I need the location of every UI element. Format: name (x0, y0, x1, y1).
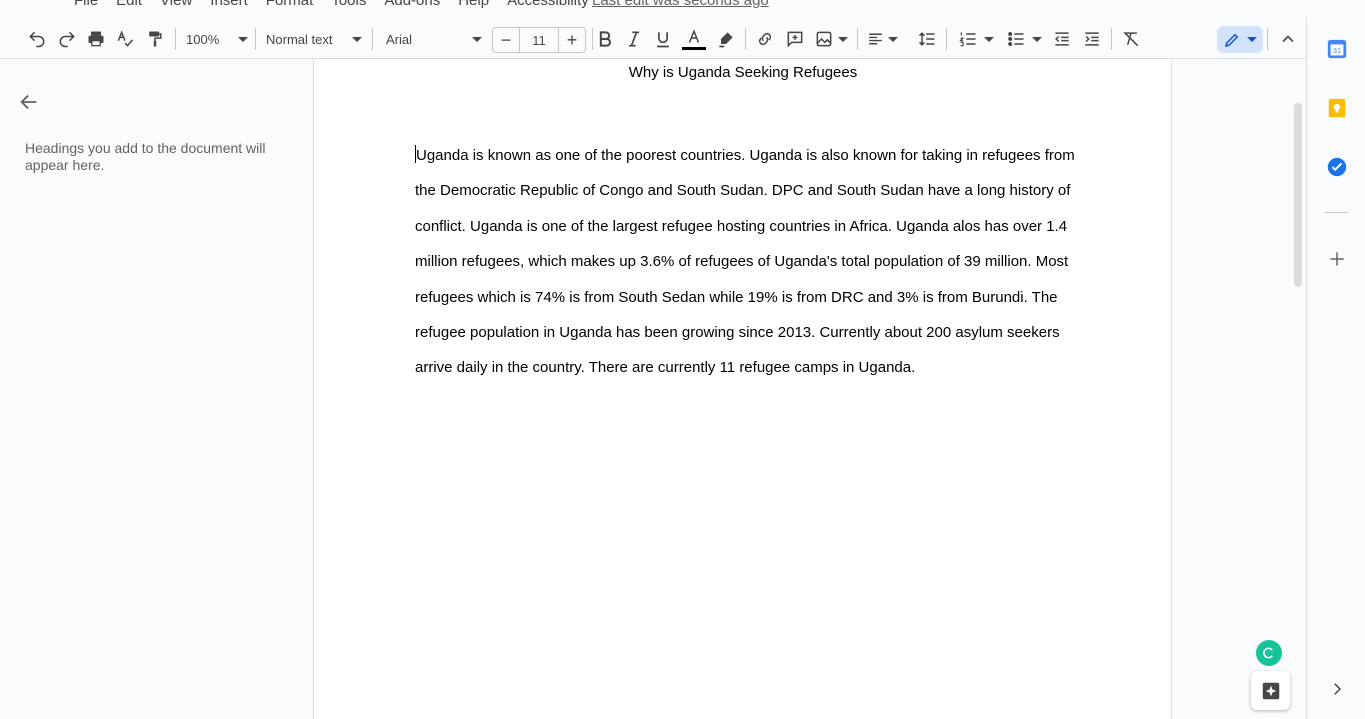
toolbar-divider (592, 28, 593, 50)
italic-icon[interactable] (623, 26, 645, 52)
expand-panel-icon[interactable] (1325, 677, 1349, 701)
menu-edit[interactable]: Edit (116, 0, 142, 9)
grammarly-icon[interactable] (1256, 640, 1282, 666)
toolbar-divider (1267, 28, 1268, 50)
menu-tools[interactable]: Tools (331, 0, 366, 9)
insert-link-icon[interactable] (754, 26, 776, 52)
outline-empty-hint: Headings you add to the document will ap… (25, 140, 266, 173)
toolbar-divider (372, 28, 373, 50)
explore-button[interactable] (1251, 671, 1290, 710)
menu-view[interactable]: View (160, 0, 192, 9)
menu-items: File Edit View Insert Format Tools Add-o… (74, 0, 607, 9)
chevron-down-icon (888, 36, 898, 42)
chevron-down-icon (352, 36, 362, 42)
clear-formatting-icon[interactable] (1120, 26, 1142, 52)
spellcheck-icon[interactable] (114, 26, 136, 52)
paragraph-style-dropdown[interactable]: Normal text (266, 26, 362, 52)
text-color-bar (682, 46, 706, 50)
paragraph-style-value: Normal text (266, 31, 333, 47)
menu-file[interactable]: File (74, 0, 98, 9)
add-addon-icon[interactable] (1325, 247, 1349, 271)
increase-indent-icon[interactable] (1081, 26, 1103, 52)
toolbar-divider (857, 28, 858, 50)
chevron-down-icon (238, 36, 248, 42)
zoom-dropdown[interactable]: 100% (186, 26, 248, 52)
text-color-icon[interactable] (681, 26, 707, 52)
collapse-toolbar-icon[interactable] (1277, 26, 1299, 52)
side-panel: 31 (1306, 18, 1365, 719)
undo-icon[interactable] (26, 26, 48, 52)
menu-insert[interactable]: Insert (210, 0, 248, 9)
underline-icon[interactable] (652, 26, 674, 52)
toolbar-divider (255, 28, 256, 50)
document-page[interactable]: Why is Uganda Seeking Refugees Uganda is… (313, 60, 1172, 719)
scrollbar-thumb[interactable] (1294, 103, 1302, 287)
print-icon[interactable] (85, 26, 107, 52)
explore-icon (1262, 682, 1279, 699)
redo-icon[interactable] (56, 26, 78, 52)
toolbar-divider (1111, 28, 1112, 50)
keep-icon[interactable] (1325, 96, 1349, 120)
chevron-down-icon (838, 36, 848, 42)
chevron-down-icon (472, 36, 482, 42)
font-value: Arial (386, 31, 413, 47)
calendar-icon[interactable]: 31 (1325, 37, 1349, 61)
font-size-control: − 11 + (492, 27, 586, 53)
editing-mode-button[interactable] (1217, 26, 1263, 53)
toolbar-divider (745, 28, 746, 50)
menu-format[interactable]: Format (266, 0, 314, 9)
chevron-down-icon (1032, 36, 1042, 42)
pencil-icon (1224, 33, 1239, 47)
highlight-color-icon[interactable] (715, 26, 737, 52)
document-body[interactable]: Uganda is known as one of the poorest co… (415, 138, 1085, 386)
document-body-text: Uganda is known as one of the poorest co… (415, 147, 1075, 377)
side-panel-divider (1325, 212, 1349, 213)
decrease-font-size-button[interactable]: − (493, 28, 519, 52)
last-edit-link[interactable]: Last edit was seconds ago (592, 0, 769, 9)
image-icon (816, 31, 832, 47)
numbered-list-button[interactable] (956, 26, 996, 52)
increase-font-size-button[interactable]: + (559, 28, 585, 52)
toolbar-divider (175, 28, 176, 50)
toolbar-divider (946, 28, 947, 50)
tasks-icon[interactable] (1325, 155, 1349, 179)
align-left-icon (869, 33, 882, 45)
calendar-day: 31 (1333, 46, 1341, 55)
arrow-back-icon[interactable] (18, 91, 40, 113)
menu-help[interactable]: Help (458, 0, 489, 9)
chevron-down-icon (984, 36, 994, 42)
menu-bar: File Edit View Insert Format Tools Add-o… (0, 0, 1365, 12)
add-comment-icon[interactable] (784, 26, 806, 52)
bulleted-list-button[interactable] (1004, 26, 1044, 52)
menu-addons[interactable]: Add-ons (384, 0, 440, 9)
menu-accessibility[interactable]: Accessibility (507, 0, 589, 9)
document-title-text: Why is Uganda Seeking Refugees (628, 64, 858, 81)
toolbar: 100% Normal text Arial − 11 + (0, 18, 1306, 59)
decrease-indent-icon[interactable] (1051, 26, 1073, 52)
font-size-input[interactable]: 11 (519, 28, 559, 52)
numbered-list-icon (959, 32, 976, 47)
zoom-value: 100% (186, 31, 220, 47)
line-spacing-icon[interactable] (915, 26, 939, 52)
chevron-down-icon (1247, 37, 1257, 42)
insert-image-button[interactable] (813, 26, 849, 52)
document-outline-panel: Headings you add to the document will ap… (0, 60, 313, 719)
font-dropdown[interactable]: Arial (386, 26, 482, 52)
align-button[interactable] (866, 26, 898, 52)
bulleted-list-icon (1008, 32, 1024, 46)
bold-icon[interactable] (594, 26, 616, 52)
paint-format-icon[interactable] (144, 26, 166, 52)
